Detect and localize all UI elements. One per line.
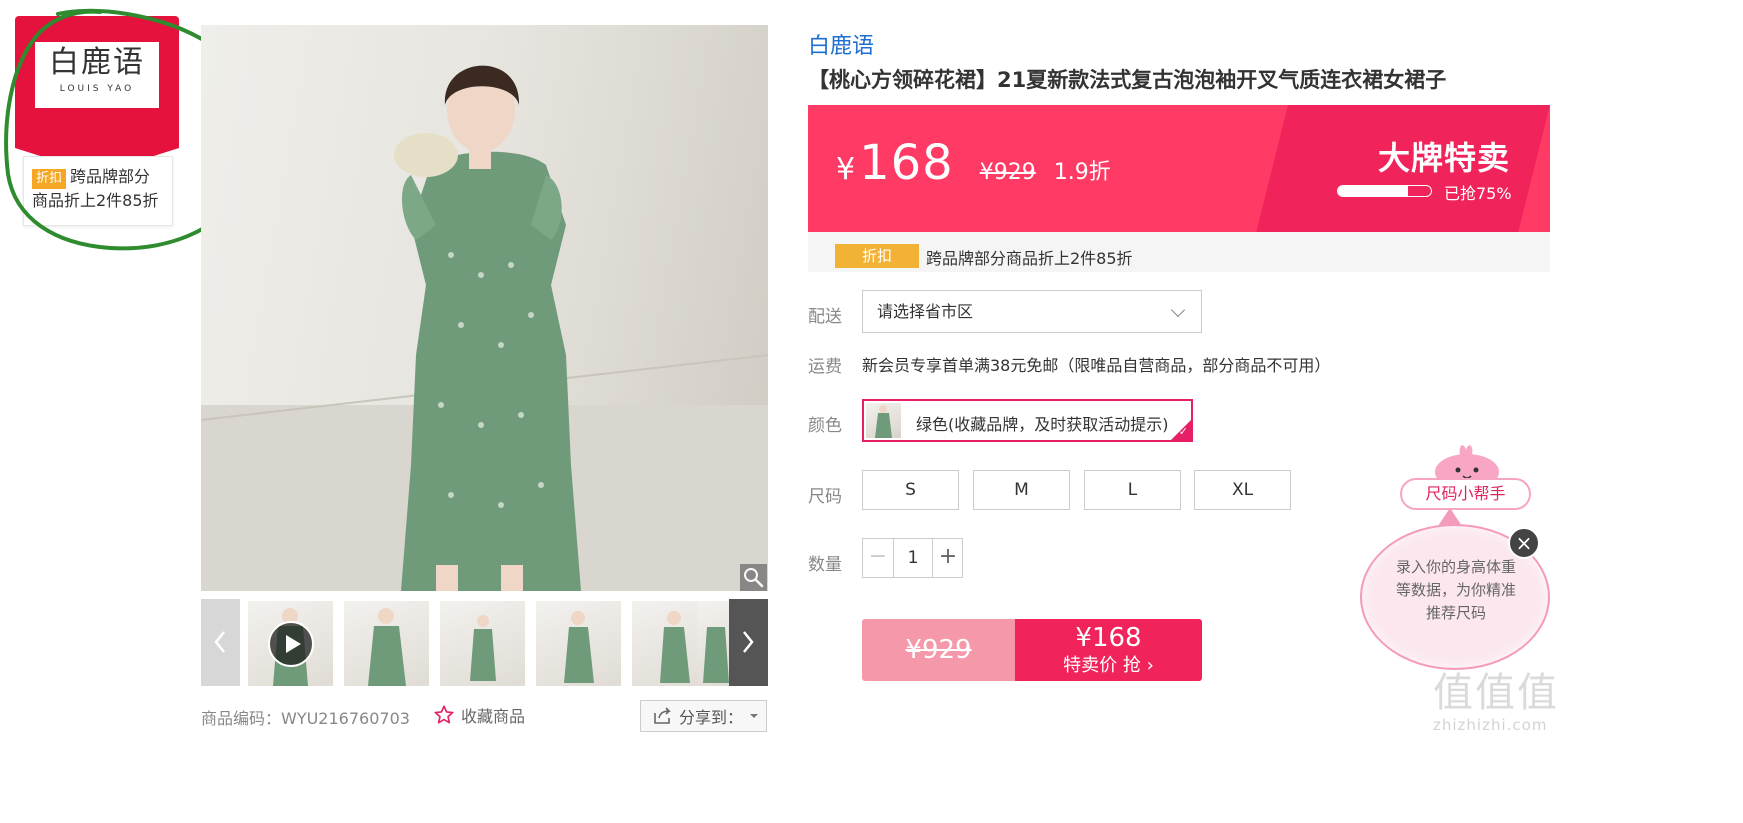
- shipping-label: 运费: [808, 357, 842, 377]
- quantity-decrease-button[interactable]: −: [863, 539, 894, 577]
- size-label: 尺码: [808, 487, 842, 507]
- currency-symbol: ¥: [836, 152, 856, 187]
- size-option-xl[interactable]: XL: [1194, 470, 1291, 510]
- close-icon[interactable]: ×: [1508, 527, 1540, 559]
- thumbnail-item[interactable]: [697, 601, 729, 686]
- share-icon: [654, 707, 671, 724]
- thumbnail-image: [470, 615, 496, 681]
- size-option-l[interactable]: L: [1084, 470, 1181, 510]
- promo-row: 折扣 跨品牌部分商品折上2件85折: [808, 232, 1550, 272]
- thumbnail-next-button[interactable]: [729, 599, 768, 686]
- original-price: ¥929: [979, 160, 1036, 185]
- thumbnail-item[interactable]: [536, 601, 621, 686]
- thumbnail-strip: [201, 599, 768, 686]
- brand-logo-subtext: LOUIS YAO: [59, 84, 135, 94]
- brand-banner: 白鹿语 LOUIS YAO: [15, 16, 179, 174]
- size-helper-text: 录入你的身高体重等数据，为你精准推荐尺码: [1395, 558, 1516, 622]
- thumbnail-item[interactable]: [344, 601, 429, 686]
- buy-button[interactable]: ¥929 ¥168 特卖价 抢 ›: [862, 619, 1202, 681]
- sold-progress-fill: [1338, 186, 1408, 196]
- discount-rate: 1.9折: [1053, 160, 1111, 185]
- sold-percentage: 已抢75%: [1444, 184, 1512, 203]
- thumbnail-image: [703, 627, 729, 683]
- thumbnail-image: [368, 608, 406, 686]
- watermark: 值值值 zhizhizhi.com: [1433, 670, 1559, 734]
- quantity-label: 数量: [808, 555, 842, 575]
- thumbnail-video[interactable]: [248, 601, 333, 686]
- brand-card[interactable]: 白鹿语 LOUIS YAO 折扣 跨品牌部分商品折上2件85折: [15, 16, 179, 230]
- product-title: 【桃心方领碎花裙】21夏新款法式复古泡泡袖开叉气质连衣裙女裙子: [808, 68, 1447, 92]
- buy-now-section: ¥168 特卖价 抢 ›: [1015, 619, 1202, 681]
- main-product-image[interactable]: [201, 25, 768, 591]
- sale-banner-text: 大牌特卖: [1377, 139, 1510, 177]
- size-helper-button[interactable]: 尺码小帮手: [1400, 478, 1531, 510]
- magnifier-icon: [744, 568, 764, 588]
- thumbnail-image: [564, 611, 594, 683]
- region-select[interactable]: 请选择省市区: [862, 290, 1202, 333]
- price-block: ¥ 168 ¥929 1.9折: [836, 135, 1111, 191]
- shipping-text: 新会员专享首单满38元免邮（限唯品自营商品，部分商品不可用）: [862, 356, 1331, 375]
- current-price: 168: [859, 135, 954, 191]
- play-button[interactable]: [268, 621, 314, 667]
- watermark-logo: 值值值: [1433, 670, 1559, 716]
- region-select-value: 请选择省市区: [877, 302, 974, 321]
- size-option-m[interactable]: M: [973, 470, 1070, 510]
- color-option-selected[interactable]: 绿色(收藏品牌，及时获取活动提示) ✓: [862, 399, 1193, 442]
- caret-down-icon: [750, 714, 759, 718]
- promo-text[interactable]: 跨品牌部分商品折上2件85折: [926, 245, 1133, 269]
- color-option-label: 绿色(收藏品牌，及时获取活动提示): [916, 415, 1169, 434]
- quantity-input[interactable]: 1: [894, 539, 932, 577]
- thumbnail-item[interactable]: [440, 601, 525, 686]
- model-photo: [201, 65, 768, 591]
- brand-logo: 白鹿语 LOUIS YAO: [35, 42, 159, 108]
- price-banner: ¥ 168 ¥929 1.9折 大牌特卖 已抢75%: [808, 105, 1550, 232]
- brand-logo-text: 白鹿语: [49, 45, 145, 80]
- share-dropdown[interactable]: 分享到：: [640, 700, 767, 732]
- chevron-down-icon: [1170, 302, 1186, 318]
- brand-link[interactable]: 白鹿语: [808, 28, 874, 60]
- brand-promo-note: 折扣 跨品牌部分商品折上2件85折: [23, 156, 173, 226]
- star-icon: [434, 705, 454, 724]
- product-sku: 商品编码：WYU216760703: [201, 709, 410, 728]
- color-swatch-image: [866, 403, 901, 438]
- share-label: 分享到：: [679, 708, 744, 727]
- sold-progress-bar: [1337, 185, 1432, 197]
- swatch-image: [875, 405, 892, 438]
- thumbnail-prev-button[interactable]: [201, 599, 240, 686]
- promo-tag: 折扣: [835, 244, 919, 268]
- buy-original-price: ¥929: [862, 619, 1015, 681]
- check-icon: ✓: [1178, 425, 1188, 438]
- zoom-button[interactable]: [740, 564, 767, 591]
- favorite-button[interactable]: 收藏商品: [433, 703, 525, 727]
- buy-price: ¥168: [1075, 623, 1142, 653]
- chevron-left-icon: [214, 631, 225, 653]
- play-icon: [286, 635, 301, 653]
- favorite-label: 收藏商品: [461, 707, 526, 726]
- quantity-stepper: − 1 +: [862, 538, 963, 578]
- watermark-url: zhizhizhi.com: [1433, 716, 1548, 734]
- delivery-label: 配送: [808, 307, 842, 327]
- chevron-right-icon: [743, 631, 754, 653]
- size-option-s[interactable]: S: [862, 470, 959, 510]
- quantity-increase-button[interactable]: +: [932, 539, 963, 577]
- color-label: 颜色: [808, 416, 842, 436]
- discount-tag: 折扣: [32, 169, 67, 189]
- buy-label: 特卖价 抢 ›: [1063, 655, 1154, 676]
